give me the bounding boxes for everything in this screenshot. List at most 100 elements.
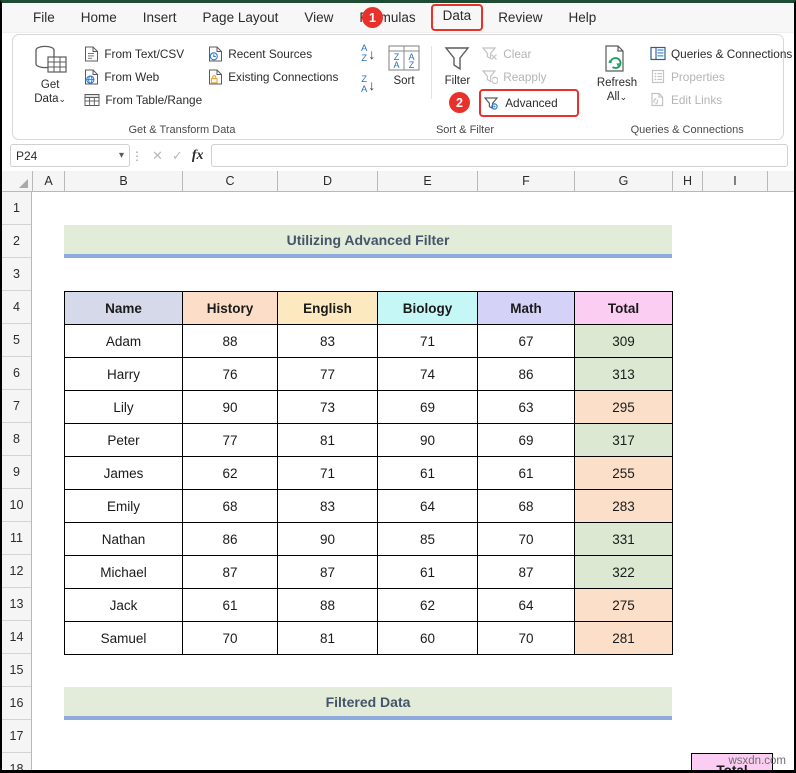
table-header-cell[interactable]: History: [182, 291, 278, 325]
properties-button[interactable]: Properties: [647, 66, 795, 87]
table-cell-english[interactable]: 90: [277, 522, 378, 556]
table-header-cell[interactable]: Total: [574, 291, 673, 325]
table-cell-name[interactable]: Adam: [64, 324, 183, 358]
table-cell-english[interactable]: 71: [277, 456, 378, 490]
table-cell-name[interactable]: Peter: [64, 423, 183, 457]
table-cell-math[interactable]: 69: [477, 423, 575, 457]
clear-filter-button[interactable]: Clear: [479, 43, 579, 64]
sort-descending-button[interactable]: ZA ↓: [361, 75, 375, 94]
column-header-g[interactable]: G: [575, 171, 673, 191]
table-cell-english[interactable]: 81: [277, 621, 378, 655]
table-cell-math[interactable]: 63: [477, 390, 575, 424]
row-header-14[interactable]: 14: [2, 621, 31, 654]
table-cell-history[interactable]: 88: [182, 324, 278, 358]
table-cell-history[interactable]: 70: [182, 621, 278, 655]
table-cell-math[interactable]: 67: [477, 324, 575, 358]
table-cell-math[interactable]: 86: [477, 357, 575, 391]
row-header-8[interactable]: 8: [2, 423, 31, 456]
table-cell-total[interactable]: 281: [574, 621, 673, 655]
edit-links-button[interactable]: Edit Links: [647, 89, 795, 110]
tab-page-layout[interactable]: Page Layout: [190, 6, 292, 29]
row-header-15[interactable]: 15: [2, 654, 31, 687]
table-cell-math[interactable]: 70: [477, 621, 575, 655]
table-cell-total[interactable]: 331: [574, 522, 673, 556]
recent-sources-button[interactable]: Recent Sources: [205, 43, 351, 64]
row-header-7[interactable]: 7: [2, 390, 31, 423]
table-header-cell[interactable]: English: [277, 291, 378, 325]
table-cell-history[interactable]: 62: [182, 456, 278, 490]
row-header-3[interactable]: 3: [2, 258, 31, 291]
row-header-2[interactable]: 2: [2, 225, 31, 258]
table-cell-math[interactable]: 64: [477, 588, 575, 622]
column-header-h[interactable]: H: [673, 171, 703, 191]
from-web-button[interactable]: From Web: [81, 66, 205, 87]
from-text-csv-button[interactable]: From Text/CSV: [81, 43, 205, 64]
sort-button[interactable]: Z A A Z Sort: [381, 42, 426, 88]
formula-input[interactable]: [211, 144, 788, 167]
row-header-18[interactable]: 18: [2, 753, 31, 770]
table-cell-name[interactable]: Samuel: [64, 621, 183, 655]
table-cell-history[interactable]: 77: [182, 423, 278, 457]
column-header-b[interactable]: B: [65, 171, 183, 191]
chevron-down-icon[interactable]: ▾: [119, 150, 124, 161]
reapply-filter-button[interactable]: Reapply: [479, 66, 579, 87]
column-header-i[interactable]: I: [703, 171, 768, 191]
row-header-4[interactable]: 4: [2, 291, 31, 324]
table-cell-name[interactable]: Michael: [64, 555, 183, 589]
table-cell-english[interactable]: 77: [277, 357, 378, 391]
table-cell-english[interactable]: 83: [277, 324, 378, 358]
table-cell-history[interactable]: 76: [182, 357, 278, 391]
row-header-12[interactable]: 12: [2, 555, 31, 588]
tab-file[interactable]: File: [20, 6, 68, 29]
table-cell-history[interactable]: 61: [182, 588, 278, 622]
column-header-d[interactable]: D: [278, 171, 378, 191]
chevron-down-icon[interactable]: ⌄: [59, 94, 67, 104]
table-cell-math[interactable]: 68: [477, 489, 575, 523]
insert-function-icon[interactable]: fx: [192, 148, 204, 164]
column-header-a[interactable]: A: [33, 171, 65, 191]
tab-home[interactable]: Home: [68, 6, 130, 29]
table-cell-total[interactable]: 322: [574, 555, 673, 589]
tab-formulas[interactable]: Formulas: [346, 6, 428, 29]
table-header-cell[interactable]: Math: [477, 291, 575, 325]
row-header-6[interactable]: 6: [2, 357, 31, 390]
table-cell-english[interactable]: 87: [277, 555, 378, 589]
table-cell-history[interactable]: 86: [182, 522, 278, 556]
table-cell-english[interactable]: 88: [277, 588, 378, 622]
column-header-f[interactable]: F: [478, 171, 575, 191]
table-cell-total[interactable]: 313: [574, 357, 673, 391]
table-cell-biology[interactable]: 61: [377, 555, 478, 589]
table-cell-total[interactable]: 275: [574, 588, 673, 622]
table-cell-name[interactable]: Harry: [64, 357, 183, 391]
row-header-9[interactable]: 9: [2, 456, 31, 489]
table-cell-name[interactable]: James: [64, 456, 183, 490]
table-cell-biology[interactable]: 69: [377, 390, 478, 424]
table-cell-biology[interactable]: 74: [377, 357, 478, 391]
table-cell-total[interactable]: 255: [574, 456, 673, 490]
table-cell-english[interactable]: 83: [277, 489, 378, 523]
table-cell-math[interactable]: 70: [477, 522, 575, 556]
table-header-cell[interactable]: Biology: [377, 291, 478, 325]
chevron-down-icon[interactable]: ⌄: [620, 92, 628, 102]
tab-help[interactable]: Help: [555, 6, 609, 29]
queries-connections-button[interactable]: Queries & Connections: [647, 43, 795, 64]
row-header-10[interactable]: 10: [2, 489, 31, 522]
table-cell-biology[interactable]: 60: [377, 621, 478, 655]
column-header-e[interactable]: E: [378, 171, 478, 191]
table-cell-biology[interactable]: 64: [377, 489, 478, 523]
advanced-button[interactable]: Advanced: [479, 89, 579, 117]
row-header-13[interactable]: 13: [2, 588, 31, 621]
row-header-1[interactable]: 1: [2, 192, 31, 225]
table-cell-name[interactable]: Jack: [64, 588, 183, 622]
table-cell-name[interactable]: Nathan: [64, 522, 183, 556]
table-cell-history[interactable]: 90: [182, 390, 278, 424]
table-cell-total[interactable]: 309: [574, 324, 673, 358]
table-cell-english[interactable]: 81: [277, 423, 378, 457]
table-cell-history[interactable]: 68: [182, 489, 278, 523]
table-cell-biology[interactable]: 90: [377, 423, 478, 457]
table-cell-biology[interactable]: 85: [377, 522, 478, 556]
row-header-17[interactable]: 17: [2, 720, 31, 753]
filter-button[interactable]: Filter: [436, 42, 480, 88]
tab-view[interactable]: View: [291, 6, 346, 29]
table-header-cell[interactable]: Name: [64, 291, 183, 325]
